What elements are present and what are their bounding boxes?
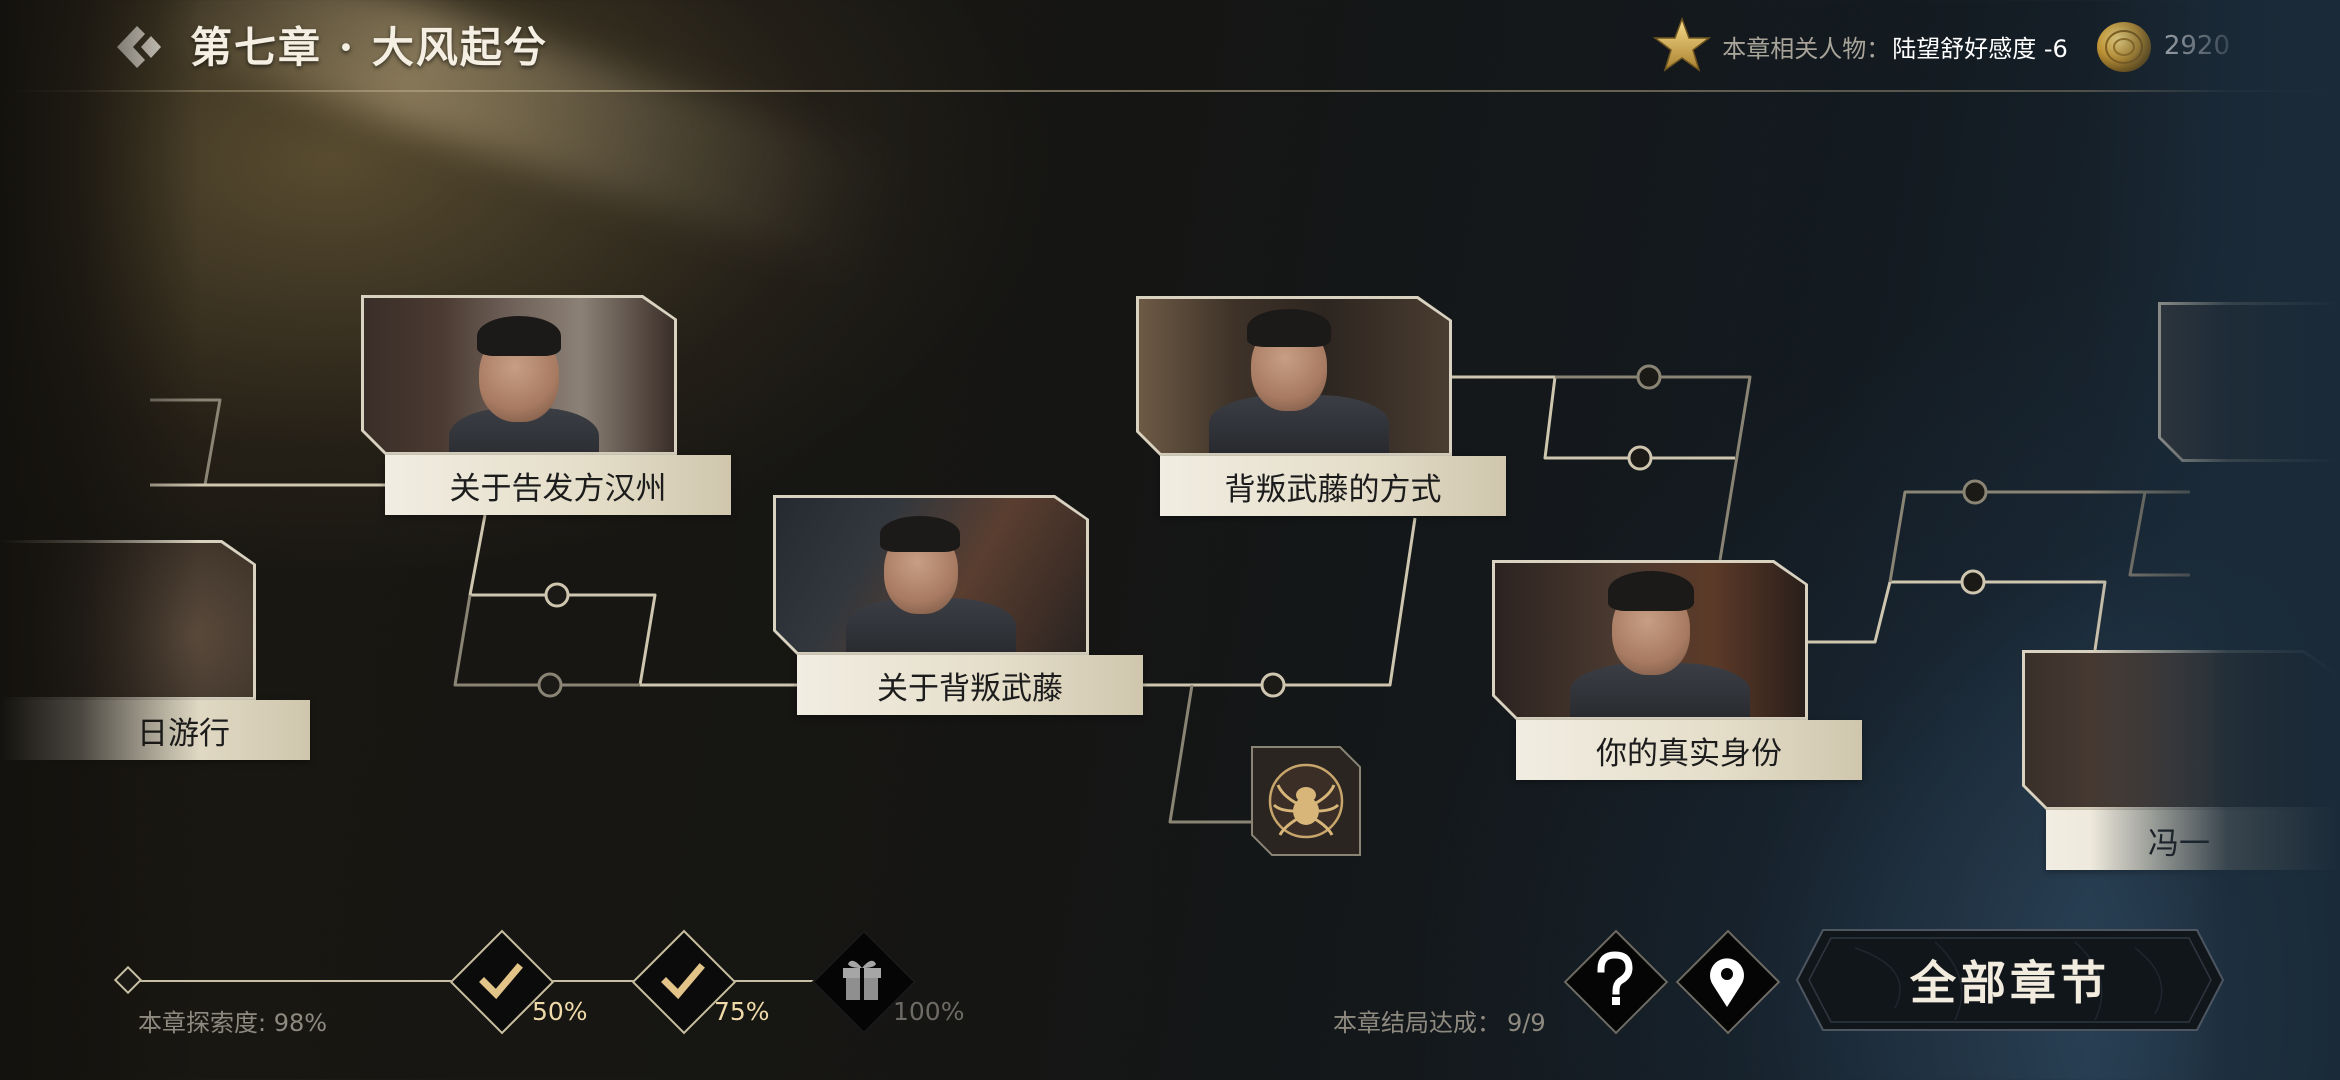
story-flow-connectors (150, 364, 2190, 824)
story-node-label: 背叛武藤的方式 (1160, 456, 1506, 516)
all-chapters-button[interactable]: 全部章节 (1795, 928, 2225, 1032)
exploration-value: 98% (273, 1009, 328, 1037)
exploration-label: 本章探索度: (138, 1009, 267, 1037)
scene-image (1139, 299, 1449, 453)
scene-image (1495, 563, 1805, 717)
question-icon (1597, 951, 1633, 1005)
ending-label: 本章结局达成： (1333, 1009, 1501, 1037)
story-node-label: 你的真实身份 (1516, 720, 1862, 780)
location-pin-icon (1710, 958, 1744, 1007)
story-node-label: 关于背叛武藤 (797, 655, 1143, 715)
all-chapters-label: 全部章节 (1910, 956, 2110, 1010)
story-node-label: 冯一 (2046, 810, 2340, 870)
spider-emblem-icon[interactable] (1250, 745, 1362, 857)
story-node-label: 关于告发方汉州 (385, 455, 731, 515)
scene-image (364, 298, 674, 452)
scene-image (2025, 653, 2335, 807)
ending-value: 9/9 (1507, 1009, 1546, 1037)
help-button[interactable] (1563, 929, 1669, 1035)
story-node-label: 日游行 (0, 700, 310, 760)
milestone-50-label: 50% (532, 997, 588, 1026)
ending-status: 本章结局达成： 9/9 (1333, 1003, 1546, 1038)
location-button[interactable] (1675, 929, 1781, 1035)
milestone-75-label: 75% (714, 997, 770, 1026)
exploration-status: 本章探索度: 98% (138, 1003, 327, 1038)
scene-image (776, 498, 1086, 652)
milestone-100-label: 100% (893, 997, 965, 1026)
